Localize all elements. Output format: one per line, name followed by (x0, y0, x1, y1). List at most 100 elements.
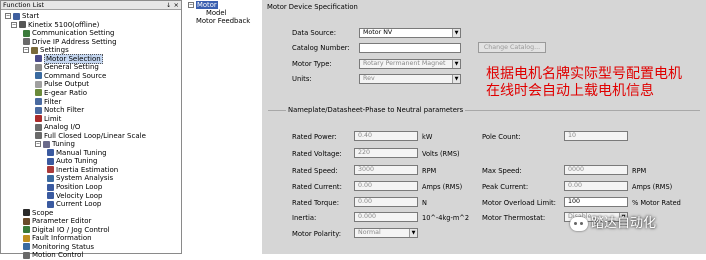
chevron-down-icon: ▼ (409, 229, 417, 237)
fault-information-icon (23, 234, 30, 242)
e-gear-ratio-icon (35, 89, 42, 97)
function-item-motor-selection[interactable]: Motor Selection (35, 53, 103, 64)
function-item-label: Scope (32, 208, 54, 217)
annotation-text: 根据电机名牌实际型号配置电机 在线时会自动上载电机信息 (486, 66, 682, 100)
general-setting-icon (35, 63, 42, 71)
function-item-label: Kinetix 5100(offline) (28, 20, 100, 29)
kinetix-5100-icon (19, 21, 26, 29)
close-icon[interactable]: × (174, 1, 179, 10)
function-list-title-bar: Function List ↓ × (1, 1, 181, 10)
function-item-pulse-output[interactable]: Pulse Output (35, 80, 89, 88)
collapse-icon[interactable]: − (5, 13, 11, 19)
rated-voltage-label: Rated Voltage: (292, 150, 342, 158)
rated-speed-field[interactable]: 3000 (354, 165, 418, 175)
notch-filter-icon (35, 106, 42, 114)
function-item-start[interactable]: − Start (5, 12, 39, 20)
tuning-icon (43, 140, 50, 148)
motor-device-form: Motor Device Specification Data Source: … (262, 0, 706, 254)
function-item-tuning[interactable]: − Tuning (35, 140, 75, 148)
collapse-icon[interactable]: − (35, 141, 41, 148)
rated-current-field[interactable]: 0.00 (354, 181, 418, 191)
rated-voltage-field[interactable]: 220 (354, 148, 418, 158)
inertia-field[interactable]: 0.000 (354, 212, 418, 222)
function-item-fault-information[interactable]: Fault Information (23, 234, 92, 242)
function-item-analog-io[interactable]: Analog I/O (35, 123, 80, 131)
chevron-down-icon: ▼ (452, 75, 460, 83)
chevron-down-icon: ▼ (452, 29, 460, 37)
inertia-label: Inertia: (292, 214, 317, 222)
function-item-label: Parameter Editor (32, 217, 92, 226)
function-item-command-source[interactable]: Command Source (35, 72, 106, 80)
function-item-filter[interactable]: Filter (35, 98, 61, 106)
monitoring-status-icon (23, 243, 30, 251)
full-closed-loop-icon (35, 132, 42, 140)
inertia-unit: 10^-4kg-m^2 (422, 214, 470, 222)
inertia-estimation-icon (47, 166, 54, 174)
overload-limit-unit: % Motor Rated (632, 199, 681, 207)
function-item-label: Limit (44, 114, 62, 123)
rated-torque-field[interactable]: 0.00 (354, 197, 418, 207)
function-item-label: Digital IO / Jog Control (32, 225, 110, 234)
function-item-position-loop[interactable]: Position Loop (47, 183, 102, 191)
motion-control-icon (23, 251, 30, 259)
function-item-velocity-loop[interactable]: Velocity Loop (47, 192, 102, 200)
function-item-auto-tuning[interactable]: Auto Tuning (47, 157, 97, 165)
function-item-label: Start (22, 12, 40, 20)
parameter-editor-icon (23, 217, 30, 225)
overload-limit-field[interactable]: 100 (564, 197, 628, 207)
function-item-communication-setting[interactable]: Communication Setting (23, 29, 114, 37)
command-source-icon (35, 72, 42, 80)
function-item-scope[interactable]: Scope (23, 209, 53, 217)
units-label: Units: (292, 75, 312, 83)
motor-polarity-select[interactable]: Normal ▼ (354, 228, 418, 238)
function-item-general-setting[interactable]: General Setting (35, 63, 99, 71)
max-speed-unit: RPM (632, 167, 647, 175)
collapse-icon[interactable]: − (23, 47, 29, 54)
function-item-label: Position Loop (56, 183, 103, 191)
tree-item-label: Motor (196, 1, 218, 9)
change-catalog-button[interactable]: Change Catalog... (478, 42, 546, 53)
function-item-full-closed-loop[interactable]: Full Closed Loop/Linear Scale (35, 132, 146, 140)
function-item-label: E-gear Ratio (44, 88, 88, 97)
function-item-label: Current Loop (56, 200, 102, 209)
wechat-icon (570, 216, 588, 231)
peak-current-field[interactable]: 0.00 (564, 181, 628, 191)
function-item-monitoring-status[interactable]: Monitoring Status (23, 243, 94, 251)
annotation-line-1: 根据电机名牌实际型号配置电机 (486, 66, 682, 82)
function-item-manual-tuning[interactable]: Manual Tuning (47, 149, 107, 157)
function-item-digital-io-jog-control[interactable]: Digital IO / Jog Control (23, 226, 110, 234)
pole-count-field[interactable]: 10 (564, 131, 628, 141)
start-icon (13, 12, 20, 20)
function-item-label: Motor Selection (44, 53, 103, 64)
function-item-kinetix-5100[interactable]: − Kinetix 5100(offline) (11, 21, 99, 29)
data-source-label: Data Source: (292, 29, 337, 37)
function-item-label: Filter (44, 97, 62, 106)
units-select[interactable]: Rev ▼ (359, 74, 461, 84)
function-item-drive-ip-address-setting[interactable]: Drive IP Address Setting (23, 38, 117, 46)
tree-item-motor-feedback[interactable]: Motor Feedback (196, 17, 250, 25)
function-item-label: Command Source (44, 71, 107, 80)
function-item-limit[interactable]: Limit (35, 115, 61, 123)
settings-icon (31, 46, 38, 54)
rated-power-field[interactable]: 0.40 (354, 131, 418, 141)
max-speed-field[interactable]: 0000 (564, 165, 628, 175)
motor-polarity-value: Normal (358, 229, 381, 236)
data-source-select[interactable]: Motor NV ▼ (359, 28, 461, 38)
function-item-notch-filter[interactable]: Notch Filter (35, 106, 84, 114)
catalog-number-field[interactable] (359, 43, 461, 53)
function-item-system-analysis[interactable]: System Analysis (47, 174, 113, 182)
data-source-value: Motor NV (363, 29, 393, 36)
current-loop-icon (47, 200, 54, 208)
function-item-label: Analog I/O (44, 123, 81, 132)
function-item-parameter-editor[interactable]: Parameter Editor (23, 217, 91, 225)
scope-icon (23, 209, 30, 217)
function-item-e-gear-ratio[interactable]: E-gear Ratio (35, 89, 87, 97)
function-item-inertia-estimation[interactable]: Inertia Estimation (47, 166, 118, 174)
motor-type-select[interactable]: Rotary Permanent Magnet ▼ (359, 59, 461, 69)
function-item-motion-control[interactable]: Motion Control (23, 251, 83, 259)
function-item-current-loop[interactable]: Current Loop (47, 200, 101, 208)
pin-icon[interactable]: ↓ (166, 1, 171, 10)
peak-current-unit: Amps (RMS) (632, 183, 673, 191)
motor-selection-icon (35, 55, 42, 63)
collapse-icon[interactable]: − (11, 21, 17, 28)
